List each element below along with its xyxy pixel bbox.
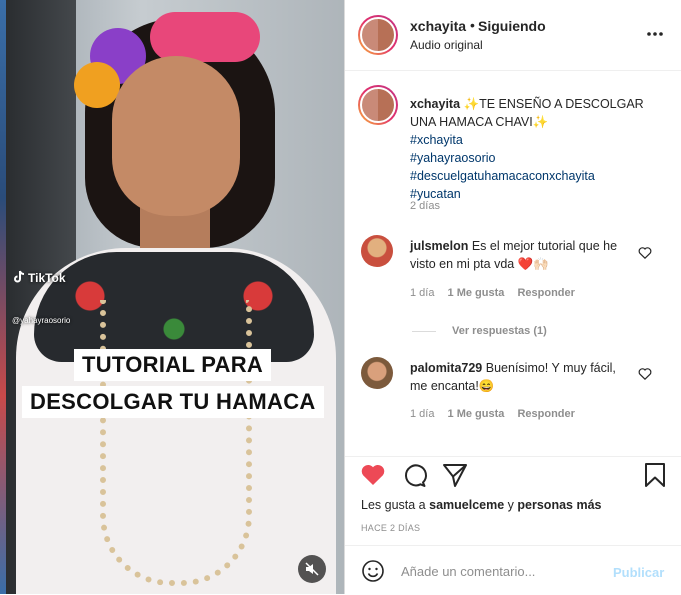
- heart-filled-icon[interactable]: [359, 461, 387, 489]
- tiktok-label: TikTok: [28, 271, 66, 285]
- hashtag-link[interactable]: #xchayita: [410, 131, 660, 149]
- following-button[interactable]: Siguiendo: [478, 18, 546, 34]
- mute-icon: [305, 562, 319, 576]
- hair-flower: [74, 62, 120, 108]
- hashtag-link[interactable]: #yucatan: [410, 185, 660, 203]
- liked-by-user[interactable]: samuelceme: [429, 498, 504, 512]
- comment-body: julsmelon Es el mejor tutorial que he vi…: [410, 237, 630, 273]
- post-comment-button[interactable]: Publicar: [613, 565, 664, 580]
- necklace: [100, 300, 252, 586]
- post-details-panel: xchayita • Siguiendo Audio original xcha…: [344, 0, 681, 594]
- video-player[interactable]: TikTok @yahayraosorio TUTORIAL PARA DESC…: [0, 0, 344, 594]
- audio-link[interactable]: Audio original: [410, 38, 483, 52]
- separator-dot: •: [470, 17, 475, 33]
- person-face: [112, 56, 240, 216]
- tiktok-icon: [14, 270, 25, 283]
- post-actions: Les gusta a samuelceme y personas más HA…: [345, 456, 681, 543]
- avatar[interactable]: [361, 235, 393, 267]
- avatar[interactable]: [358, 15, 398, 55]
- hashtag-link[interactable]: #yahayraosorio: [410, 149, 660, 167]
- video-caption-line-1: TUTORIAL PARA: [74, 349, 272, 381]
- heart-outline-icon[interactable]: [638, 246, 652, 260]
- bookmark-icon[interactable]: [641, 461, 669, 489]
- caption-time[interactable]: 2 días: [410, 200, 440, 212]
- view-replies-button[interactable]: Ver respuestas (1): [412, 325, 547, 337]
- reply-button[interactable]: Responder: [517, 408, 574, 420]
- likes-prefix: Les gusta a: [361, 498, 426, 512]
- comment-body: palomita729 Buenísimo! Y muy fácil, me e…: [410, 359, 630, 395]
- reply-button[interactable]: Responder: [517, 287, 574, 299]
- comment-time[interactable]: 1 día: [410, 287, 434, 299]
- comment-username[interactable]: julsmelon: [410, 239, 468, 253]
- comment-username[interactable]: palomita729: [410, 361, 482, 375]
- replies-divider: [412, 330, 436, 332]
- avatar[interactable]: [358, 85, 398, 125]
- post-modal: TikTok @yahayraosorio TUTORIAL PARA DESC…: [0, 0, 681, 594]
- tiktok-handle: @yahayraosorio: [12, 316, 71, 325]
- view-replies-label: Ver respuestas (1): [452, 325, 547, 337]
- caption-username[interactable]: xchayita: [410, 97, 460, 111]
- post-date[interactable]: HACE 2 DÍAS: [361, 523, 420, 533]
- video-caption-line-2: DESCOLGAR TU HAMACA: [22, 386, 324, 418]
- more-icon[interactable]: [645, 24, 665, 44]
- share-icon[interactable]: [441, 461, 469, 489]
- post-header: xchayita • Siguiendo Audio original: [345, 0, 681, 71]
- mute-button[interactable]: [298, 555, 326, 583]
- comment-time[interactable]: 1 día: [410, 408, 434, 420]
- comment-likes[interactable]: 1 Me gusta: [448, 408, 505, 420]
- comment-icon[interactable]: [400, 461, 428, 489]
- comment-input[interactable]: [401, 559, 591, 583]
- hair-flower: [150, 12, 260, 62]
- post-caption: xchayita ✨TE ENSEÑO A DESCOLGAR UNA HAMA…: [410, 95, 660, 203]
- video-edge: [0, 0, 6, 594]
- author-username[interactable]: xchayita: [410, 18, 466, 34]
- comment-meta: 1 día 1 Me gusta Responder: [410, 408, 585, 420]
- add-comment-bar: Publicar: [345, 545, 681, 595]
- comments-list[interactable]: xchayita ✨TE ENSEÑO A DESCOLGAR UNA HAMA…: [345, 71, 681, 456]
- likes-summary: Les gusta a samuelceme y personas más: [361, 498, 601, 512]
- tiktok-watermark: TikTok: [12, 270, 66, 285]
- likes-conjunction: y: [507, 498, 514, 512]
- avatar[interactable]: [361, 357, 393, 389]
- comment-likes[interactable]: 1 Me gusta: [448, 287, 505, 299]
- likes-others-link[interactable]: personas más: [517, 498, 601, 512]
- hashtag-link[interactable]: #descuelgatuhamacaconxchayita: [410, 167, 660, 185]
- comment-meta: 1 día 1 Me gusta Responder: [410, 287, 585, 299]
- heart-outline-icon[interactable]: [638, 367, 652, 381]
- emoji-icon[interactable]: [361, 559, 385, 583]
